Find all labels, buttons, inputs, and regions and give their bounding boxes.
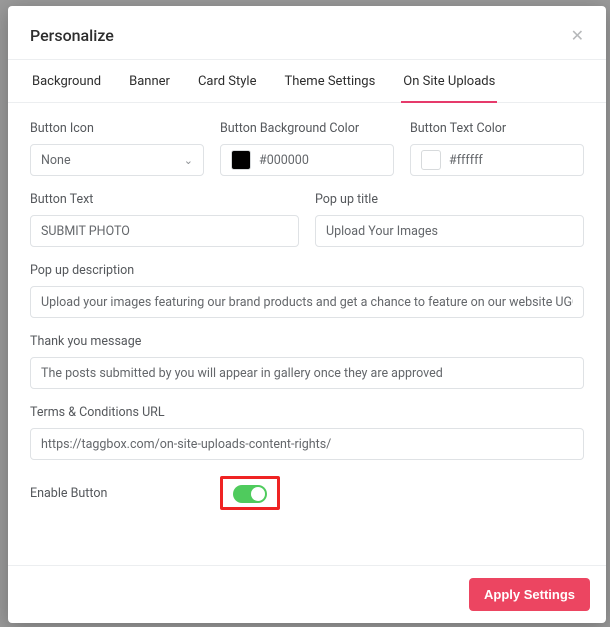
terms-url-label: Terms & Conditions URL: [30, 405, 584, 420]
button-icon-select[interactable]: None ⌄: [30, 144, 204, 176]
popup-desc-field[interactable]: [41, 295, 573, 310]
popup-title-input[interactable]: [315, 215, 584, 247]
popup-title-label: Pop up title: [315, 192, 584, 207]
bg-color-value: #000000: [259, 153, 309, 168]
text-color-label: Button Text Color: [410, 121, 584, 136]
terms-url-field[interactable]: [41, 437, 573, 452]
tab-background[interactable]: Background: [30, 74, 103, 103]
tab-banner[interactable]: Banner: [127, 74, 172, 103]
thank-you-field[interactable]: [41, 366, 573, 381]
personalize-modal: Personalize ✕ Background Banner Card Sty…: [8, 6, 606, 623]
button-text-label: Button Text: [30, 192, 299, 207]
bg-color-swatch: [231, 150, 251, 170]
modal-footer: Apply Settings: [8, 565, 606, 623]
modal-header: Personalize ✕: [8, 6, 606, 60]
bg-color-input[interactable]: #000000: [220, 144, 394, 176]
apply-settings-button[interactable]: Apply Settings: [469, 578, 590, 611]
chevron-down-icon: ⌄: [184, 154, 193, 167]
popup-title-field[interactable]: [326, 224, 573, 239]
modal-body: Button Icon None ⌄ Button Background Col…: [8, 103, 606, 565]
popup-desc-label: Pop up description: [30, 263, 584, 278]
thank-you-input[interactable]: [30, 357, 584, 389]
button-icon-label: Button Icon: [30, 121, 204, 136]
button-text-input[interactable]: [30, 215, 299, 247]
tab-theme-settings[interactable]: Theme Settings: [283, 74, 378, 103]
tab-on-site-uploads[interactable]: On Site Uploads: [401, 74, 497, 103]
enable-button-label: Enable Button: [30, 486, 220, 501]
tab-bar: Background Banner Card Style Theme Setti…: [8, 60, 606, 103]
popup-desc-input[interactable]: [30, 286, 584, 318]
enable-button-row: Enable Button: [30, 476, 584, 510]
close-icon[interactable]: ✕: [571, 28, 584, 44]
modal-title: Personalize: [30, 26, 114, 45]
enable-button-toggle[interactable]: [233, 485, 267, 503]
tab-card-style[interactable]: Card Style: [196, 74, 259, 103]
text-color-input[interactable]: #ffffff: [410, 144, 584, 176]
thank-you-label: Thank you message: [30, 334, 584, 349]
enable-button-highlight: [220, 476, 280, 510]
button-text-field[interactable]: [41, 224, 288, 239]
terms-url-input[interactable]: [30, 428, 584, 460]
text-color-swatch: [421, 150, 441, 170]
text-color-value: #ffffff: [449, 153, 483, 168]
bg-color-label: Button Background Color: [220, 121, 394, 136]
button-icon-value: None: [41, 153, 71, 168]
